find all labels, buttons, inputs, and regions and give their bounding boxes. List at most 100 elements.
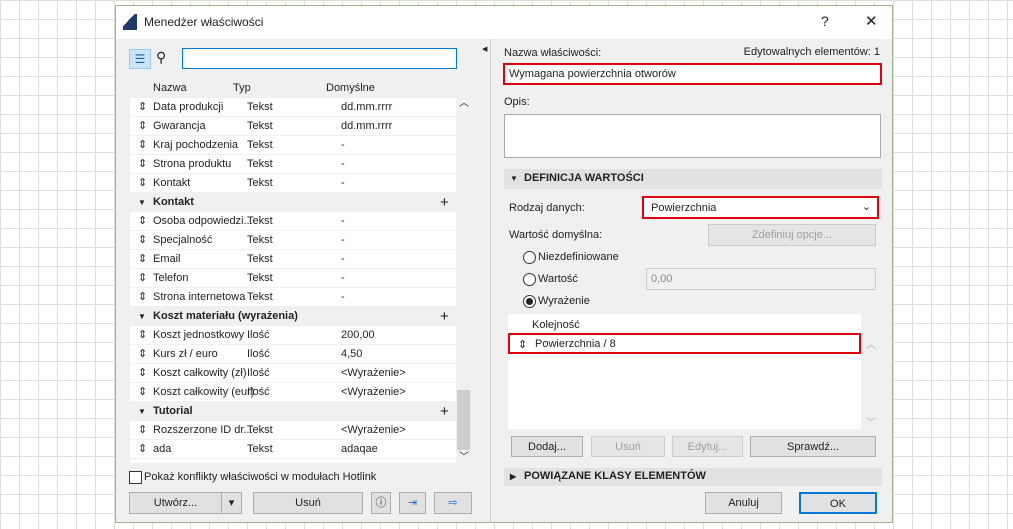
export-icon[interactable]: ⇨	[434, 492, 472, 514]
check-expression-button[interactable]: Sprawdź...	[750, 436, 876, 457]
row-type: Ilość	[247, 386, 270, 398]
scroll-down-icon[interactable]: ﹀	[866, 414, 876, 429]
row-name: Email	[153, 253, 181, 265]
table-row[interactable]: ⇕ ada Tekst adaqae	[130, 440, 456, 459]
row-name: Kontakt	[153, 177, 191, 189]
window-title: Menedżer właściwości	[144, 15, 264, 29]
drag-handle-icon[interactable]: ⇕	[138, 250, 147, 269]
section-value-definition[interactable]: ▼ DEFINICJA WARTOŚCI	[504, 169, 882, 189]
drag-handle-icon[interactable]: ⇕	[138, 117, 147, 136]
edit-expression-button[interactable]: Edytuj...	[672, 436, 743, 457]
table-row[interactable]: ⇕ Data produkcji Tekst dd.mm.rrrr	[130, 98, 456, 117]
row-type: Ilość	[247, 348, 270, 360]
table-row[interactable]: ⇕ Gwarancja Tekst dd.mm.rrrr	[130, 117, 456, 136]
row-default: 4,50	[341, 348, 363, 360]
group-row[interactable]: ▼ Koszt materiału (wyrażenia) +	[130, 307, 456, 326]
remove-expression-button[interactable]: Usuń	[591, 436, 665, 457]
hotlink-checkbox-label: Pokaż konflikty właściwości w modułach H…	[144, 471, 377, 483]
row-type: Tekst	[247, 215, 273, 227]
drag-handle-icon[interactable]: ⇕	[138, 288, 147, 307]
drag-handle-icon[interactable]: ⇕	[518, 338, 527, 351]
collapse-icon[interactable]: ▼	[138, 193, 146, 212]
property-list: Nazwa Typ Domyślne ⇕ Data produkcji Tekst d…	[130, 79, 456, 463]
group-row[interactable]: ▼ Kontakt +	[130, 193, 456, 212]
group-row[interactable]: ▼ Tutorial +	[130, 402, 456, 421]
view-toggle-icon[interactable]: ☰	[129, 49, 151, 69]
create-button[interactable]: Utwórz...	[129, 492, 222, 514]
row-name: Gwarancja	[153, 120, 206, 132]
table-row[interactable]: ⇕ Koszt jednostkowy Ilość 200,00	[130, 326, 456, 345]
drag-handle-icon[interactable]: ⇕	[138, 155, 147, 174]
scroll-down-icon[interactable]: ﹀	[459, 448, 469, 463]
hotlink-checkbox[interactable]	[129, 471, 142, 484]
collapse-icon[interactable]: ▼	[138, 402, 146, 421]
table-row[interactable]: ⇕ Rozszerzone ID dr... Tekst <Wyrażenie>	[130, 421, 456, 440]
drag-handle-icon[interactable]: ⇕	[138, 231, 147, 250]
group-name: Kontakt	[153, 196, 194, 208]
drag-handle-icon[interactable]: ⇕	[138, 421, 147, 440]
cancel-button[interactable]: Anuluj	[705, 492, 782, 514]
radio-2[interactable]	[523, 295, 536, 308]
scroll-up-icon[interactable]: ︿	[459, 94, 469, 109]
add-icon[interactable]: +	[440, 193, 449, 212]
description-textarea[interactable]	[504, 114, 881, 158]
drag-handle-icon[interactable]: ⇕	[138, 326, 147, 345]
data-type-value: Powierzchnia	[651, 202, 717, 214]
drag-handle-icon[interactable]: ⇕	[138, 174, 147, 193]
drag-handle-icon[interactable]: ⇕	[138, 212, 147, 231]
column-default[interactable]: Domyślne	[326, 79, 375, 98]
table-row[interactable]: ⇕ Kraj pochodzenia Tekst -	[130, 136, 456, 155]
table-row[interactable]: ⇕ Koszt całkowity (zł) Ilość <Wyrażenie>	[130, 364, 456, 383]
table-row[interactable]: ⇕ Strona internetowa Tekst -	[130, 288, 456, 307]
property-name-input[interactable]: Wymagana powierzchnia otworów	[503, 63, 882, 85]
column-type[interactable]: Typ	[233, 79, 251, 98]
chevron-down-icon: ⌄	[861, 201, 871, 213]
list-header: Nazwa Typ Domyślne	[130, 79, 456, 98]
table-row[interactable]: ⇕ Telefon Tekst -	[130, 269, 456, 288]
table-row[interactable]: ⇕ Osoba odpowiedzi... Tekst -	[130, 212, 456, 231]
help-button[interactable]: ?	[821, 13, 829, 29]
add-icon[interactable]: +	[440, 402, 449, 421]
drag-handle-icon[interactable]: ⇕	[138, 98, 147, 117]
row-default: dd.mm.rrrr	[341, 120, 393, 132]
section-classes[interactable]: ▶ POWIĄZANE KLASY ELEMENTÓW	[504, 468, 882, 486]
column-name[interactable]: Nazwa	[153, 79, 187, 98]
radio-1[interactable]	[523, 273, 536, 286]
close-button[interactable]: ✕	[865, 12, 878, 30]
collapse-icon[interactable]: ▼	[138, 307, 146, 326]
table-row[interactable]: ⇕ Koszt całkowity (eur) Ilość <Wyrażenie>	[130, 383, 456, 402]
drag-handle-icon[interactable]: ⇕	[138, 364, 147, 383]
drag-handle-icon[interactable]: ⇕	[138, 345, 147, 364]
splitter[interactable]: ◀	[479, 39, 491, 523]
scroll-up-icon[interactable]: ︿	[866, 336, 876, 351]
table-row[interactable]: ⇕ Email Tekst -	[130, 250, 456, 269]
radio-0[interactable]	[523, 251, 536, 264]
delete-property-button[interactable]: Usuń	[253, 492, 363, 514]
add-expression-button[interactable]: Dodaj...	[511, 436, 583, 457]
row-default: -	[341, 272, 345, 284]
drag-handle-icon[interactable]: ⇕	[138, 269, 147, 288]
row-name: Koszt całkowity (eur)	[153, 386, 255, 398]
value-input[interactable]: 0,00	[646, 268, 876, 290]
drag-handle-icon[interactable]: ⇕	[138, 383, 147, 402]
list-scrollbar[interactable]: ︿ ﹀	[456, 94, 472, 464]
info-icon[interactable]: ⓘ	[371, 492, 391, 514]
table-row[interactable]: ⇕ Strona produktu Tekst -	[130, 155, 456, 174]
row-type: Tekst	[247, 424, 273, 436]
table-row[interactable]: ⇕ Kurs zł / euro Ilość 4,50	[130, 345, 456, 364]
import-icon[interactable]: ⇥	[399, 492, 426, 514]
expression-row[interactable]: ⇕ Powierzchnia / 8	[508, 333, 861, 354]
ok-button[interactable]: OK	[799, 492, 877, 514]
add-icon[interactable]: +	[440, 307, 449, 326]
drag-handle-icon[interactable]: ⇕	[138, 440, 147, 459]
collapse-icon: ▼	[510, 174, 518, 183]
drag-handle-icon[interactable]: ⇕	[138, 136, 147, 155]
data-type-select[interactable]: Powierzchnia ⌄	[642, 196, 879, 219]
define-options-button[interactable]: Zdefiniuj opcje...	[708, 224, 876, 246]
table-row[interactable]: ⇕ Kontakt Tekst -	[130, 174, 456, 193]
row-default: -	[341, 139, 345, 151]
search-input[interactable]	[182, 48, 457, 69]
table-row[interactable]: ⇕ Specjalność Tekst -	[130, 231, 456, 250]
create-dropdown-button[interactable]: ▾	[221, 492, 242, 514]
scroll-thumb[interactable]	[457, 390, 470, 450]
